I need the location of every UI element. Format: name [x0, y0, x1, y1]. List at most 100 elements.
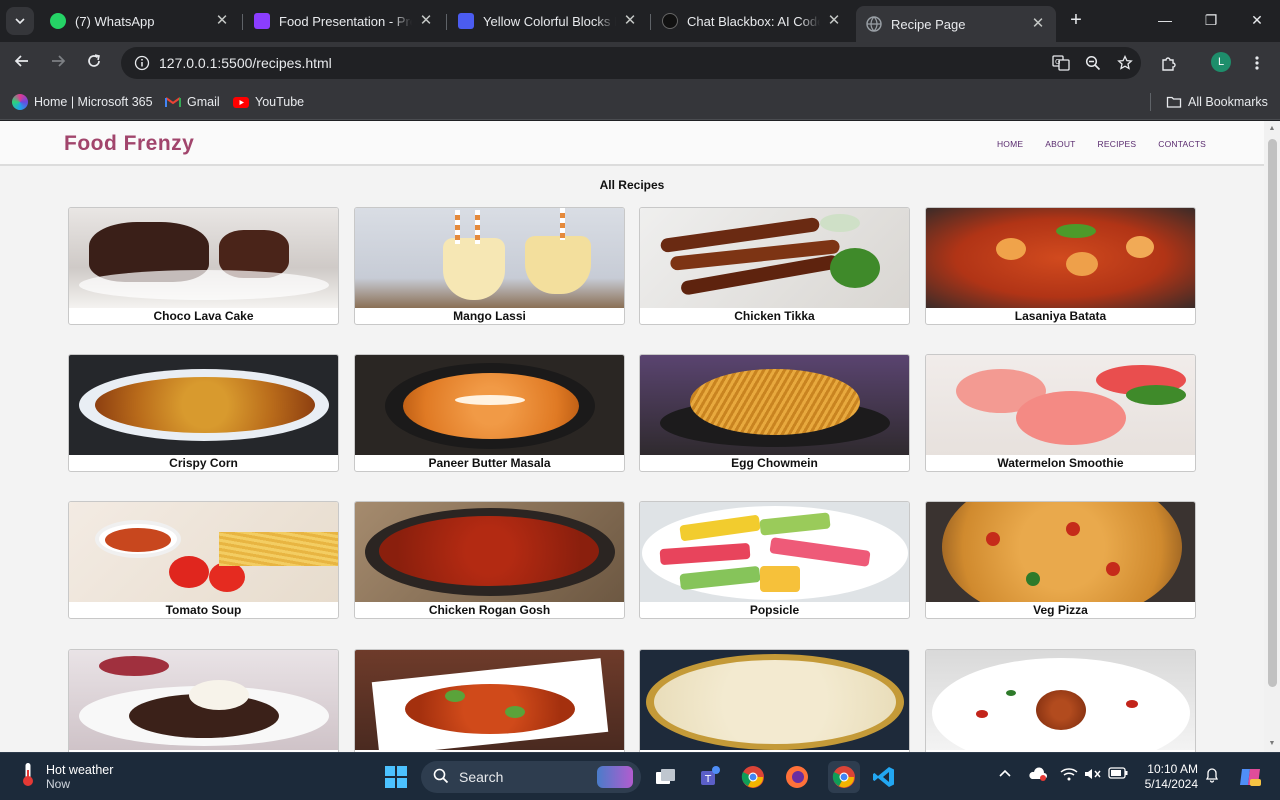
recipe-card[interactable]: Popsicle	[639, 501, 910, 619]
chevron-up-icon[interactable]	[998, 767, 1012, 784]
tab-separator	[242, 14, 243, 30]
recipe-name: Egg Chowmein	[731, 456, 818, 470]
youtube-icon	[233, 94, 249, 110]
bookmark-gmail[interactable]: Gmail	[165, 92, 220, 112]
page-scrollbar[interactable]: ▲ ▼	[1264, 121, 1280, 752]
wifi-icon[interactable]	[1060, 767, 1078, 784]
recipe-card[interactable]: Choco Lava Cake	[68, 207, 339, 325]
tab-title: Food Presentation - Presentation	[279, 13, 412, 29]
nav-about[interactable]: ABOUT	[1045, 139, 1075, 149]
tab-recipe-page[interactable]: Recipe Page ✕	[856, 6, 1056, 42]
scroll-down-icon[interactable]: ▼	[1268, 740, 1276, 748]
recipe-card[interactable]	[925, 649, 1196, 752]
weather-title: Hot weather	[46, 762, 114, 777]
bookmark-label: All Bookmarks	[1188, 95, 1268, 109]
task-view-icon[interactable]	[652, 763, 680, 791]
recipe-name: Mango Lassi	[453, 309, 526, 323]
bookmark-microsoft-365[interactable]: Home | Microsoft 365	[12, 92, 153, 112]
tab-whatsapp[interactable]: (7) WhatsApp ✕	[40, 6, 240, 36]
site-info-icon[interactable]	[127, 55, 157, 71]
teams-icon[interactable]: T	[696, 763, 724, 791]
taskbar-search[interactable]: Search	[421, 761, 641, 793]
reload-button[interactable]	[80, 49, 108, 77]
recipe-image	[926, 650, 1195, 750]
close-icon[interactable]: ✕	[214, 13, 230, 29]
recipe-card[interactable]: Chicken Tikka	[639, 207, 910, 325]
thermometer-icon	[20, 761, 36, 792]
tab-search-button[interactable]	[6, 7, 34, 35]
firefox-icon[interactable]	[783, 763, 811, 791]
volume-muted-icon[interactable]	[1084, 767, 1102, 784]
recipe-name: Veg Pizza	[1033, 603, 1088, 617]
profile-avatar[interactable]: L	[1211, 52, 1231, 72]
forward-button[interactable]	[44, 49, 72, 77]
chrome-icon[interactable]	[739, 763, 767, 791]
url-text[interactable]: 127.0.0.1:5500/recipes.html	[159, 55, 1045, 71]
recipe-image	[926, 502, 1195, 602]
copilot-icon[interactable]	[1236, 763, 1264, 791]
address-bar[interactable]: 127.0.0.1:5500/recipes.html G	[121, 47, 1141, 79]
weather-widget[interactable]: Hot weather Now	[20, 761, 113, 792]
tab-yellow-blocks[interactable]: Yellow Colorful Blocks For ✕	[448, 6, 648, 36]
new-tab-button[interactable]: +	[1064, 8, 1088, 32]
minimize-button[interactable]: —	[1142, 6, 1188, 34]
bookmark-youtube[interactable]: YouTube	[233, 92, 304, 112]
more-menu-icon[interactable]	[1244, 50, 1270, 76]
recipe-image	[69, 502, 338, 602]
translate-icon[interactable]: G	[1045, 55, 1077, 71]
site-logo[interactable]: Food Frenzy	[64, 132, 194, 156]
tab-food-presentation[interactable]: Food Presentation - Presentation ✕	[244, 6, 444, 36]
recipe-card[interactable]: Chicken Rogan Gosh	[354, 501, 625, 619]
recipe-card[interactable]	[68, 649, 339, 752]
weather-subtitle: Now	[46, 776, 71, 791]
extensions-icon[interactable]	[1156, 50, 1182, 76]
section-title: All Recipes	[599, 178, 665, 192]
folder-icon	[1166, 94, 1182, 110]
svg-text:T: T	[704, 774, 712, 785]
nav-contacts[interactable]: CONTACTS	[1158, 139, 1206, 149]
close-icon[interactable]: ✕	[1030, 16, 1046, 32]
scroll-up-icon[interactable]: ▲	[1268, 125, 1276, 133]
recipe-image	[926, 355, 1195, 455]
bookmarks-bar: Home | Microsoft 365 Gmail YouTube All B…	[0, 84, 1280, 120]
browser-toolbar: 127.0.0.1:5500/recipes.html G	[0, 42, 1280, 84]
recipe-image	[640, 502, 909, 602]
star-icon[interactable]	[1109, 55, 1141, 71]
recipe-card[interactable]: Watermelon Smoothie	[925, 354, 1196, 472]
recipe-card[interactable]: Veg Pizza	[925, 501, 1196, 619]
close-icon[interactable]: ✕	[622, 13, 638, 29]
recipe-card[interactable]: Mango Lassi	[354, 207, 625, 325]
nav-home[interactable]: HOME	[997, 139, 1023, 149]
tab-blackbox[interactable]: Chat Blackbox: AI Code C ✕	[652, 6, 852, 36]
close-icon[interactable]: ✕	[418, 13, 434, 29]
recipe-card[interactable]: Tomato Soup	[68, 501, 339, 619]
restore-button[interactable]: ❐	[1188, 6, 1234, 34]
zoom-icon[interactable]	[1077, 55, 1109, 71]
back-button[interactable]	[8, 49, 36, 77]
tab-title: Yellow Colorful Blocks For	[483, 13, 616, 29]
site-header: Food Frenzy HOME ABOUT RECIPES CONTACTS	[0, 121, 1264, 166]
battery-icon[interactable]	[1108, 767, 1128, 782]
recipe-card[interactable]: Egg Chowmein	[639, 354, 910, 472]
recipe-name: Choco Lava Cake	[153, 309, 254, 323]
clock[interactable]: 10:10 AM 5/14/2024	[1140, 762, 1198, 792]
nav-recipes[interactable]: RECIPES	[1098, 139, 1137, 149]
windows-start-icon[interactable]	[382, 763, 410, 791]
recipe-name: Watermelon Smoothie	[997, 456, 1124, 470]
onedrive-icon[interactable]	[1028, 767, 1048, 784]
recipe-card[interactable]: Crispy Corn	[68, 354, 339, 472]
close-icon[interactable]: ✕	[826, 13, 842, 29]
canva-icon	[458, 13, 474, 29]
recipe-card[interactable]: Paneer Butter Masala	[354, 354, 625, 472]
all-bookmarks-button[interactable]: All Bookmarks	[1166, 92, 1268, 112]
recipe-name: Chicken Rogan Gosh	[428, 603, 551, 617]
recipe-card[interactable]	[639, 649, 910, 752]
vscode-icon[interactable]	[870, 763, 898, 791]
notification-bell-icon[interactable]	[1205, 767, 1219, 786]
chrome-profile-icon[interactable]	[828, 761, 860, 793]
globe-icon	[866, 16, 882, 32]
close-window-button[interactable]: ✕	[1234, 6, 1280, 34]
scrollbar-thumb[interactable]	[1268, 139, 1277, 687]
recipe-card[interactable]	[354, 649, 625, 752]
recipe-card[interactable]: Lasaniya Batata	[925, 207, 1196, 325]
